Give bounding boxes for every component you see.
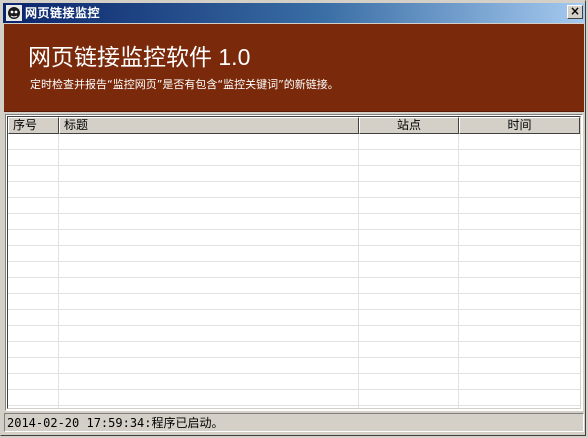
- status-text: 2014-02-20 17:59:34:程序已启动。: [7, 416, 224, 430]
- app-window: 网页链接监控 × 网页链接监控软件 1.0 定时检查并报告“监控网页”是否有包含…: [0, 0, 586, 436]
- status-bar: 2014-02-20 17:59:34:程序已启动。: [4, 413, 584, 432]
- app-icon: [6, 5, 22, 21]
- link-list[interactable]: 序号 标题 站点 时间: [5, 114, 583, 411]
- column-header-site[interactable]: 站点: [359, 117, 459, 134]
- banner-description: 定时检查并报告“监控网页”是否有包含“监控关键词”的新链接。: [30, 78, 339, 91]
- header-banner: 网页链接监控软件 1.0 定时检查并报告“监控网页”是否有包含“监控关键词”的新…: [4, 24, 584, 112]
- column-header-title[interactable]: 标题: [59, 117, 359, 134]
- close-button[interactable]: ×: [567, 5, 583, 19]
- banner-title: 网页链接监控软件 1.0: [28, 44, 251, 70]
- title-bar[interactable]: 网页链接监控 ×: [3, 3, 585, 23]
- column-header-time[interactable]: 时间: [459, 117, 580, 134]
- list-header: 序号 标题 站点 时间: [8, 117, 580, 134]
- column-header-index[interactable]: 序号: [8, 117, 59, 134]
- link-list-inner: 序号 标题 站点 时间: [7, 116, 581, 409]
- window-title: 网页链接监控: [25, 6, 101, 20]
- list-body: [8, 134, 580, 408]
